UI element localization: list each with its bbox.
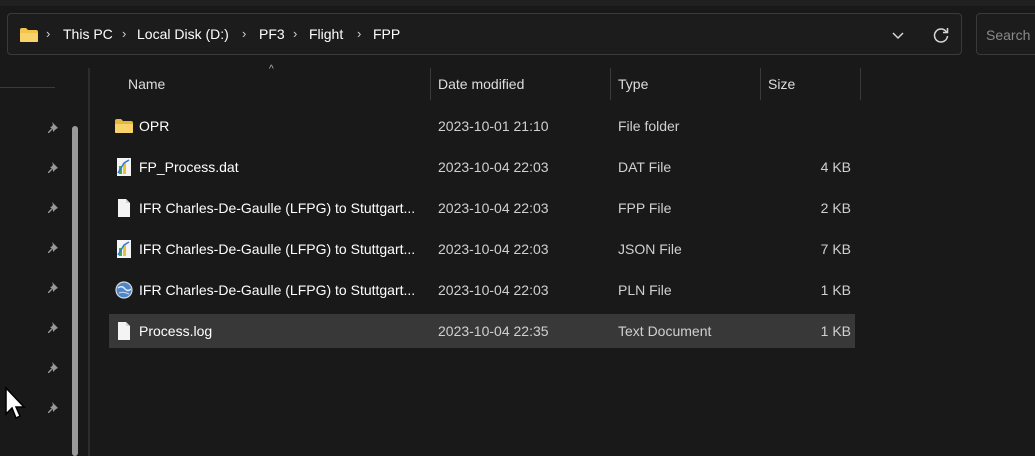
file-type: DAT File	[618, 159, 672, 175]
data-file-icon	[117, 158, 131, 176]
chevron-right-icon: ›	[46, 26, 51, 41]
column-divider[interactable]	[860, 68, 861, 100]
pin-icon[interactable]	[47, 281, 61, 295]
file-type: Text Document	[618, 323, 712, 339]
file-date: 2023-10-04 22:03	[438, 159, 549, 175]
chevron-right-icon: ›	[122, 26, 127, 41]
address-bar[interactable]: › This PC › Local Disk (D:) › PF3 › Flig…	[7, 13, 962, 55]
blank-file-icon	[118, 199, 130, 217]
file-name: IFR Charles-De-Gaulle (LFPG) to Stuttgar…	[139, 282, 416, 298]
breadcrumb-fpp[interactable]: FPP	[373, 26, 400, 42]
file-row-opr[interactable]: OPR 2023-10-01 21:10 File folder	[109, 109, 855, 143]
file-date: 2023-10-04 22:35	[438, 323, 549, 339]
pin-icon[interactable]	[47, 361, 61, 375]
file-date: 2023-10-01 21:10	[438, 118, 549, 134]
pane-splitter[interactable]	[88, 68, 90, 456]
file-row-fpp[interactable]: IFR Charles-De-Gaulle (LFPG) to Stuttgar…	[109, 191, 855, 225]
file-date: 2023-10-04 22:03	[438, 241, 549, 257]
file-row-pln[interactable]: IFR Charles-De-Gaulle (LFPG) to Stuttgar…	[109, 273, 855, 307]
file-name: OPR	[139, 118, 170, 134]
sort-ascending-icon: ^	[269, 64, 274, 75]
breadcrumb-local-disk[interactable]: Local Disk (D:)	[137, 26, 229, 42]
chevron-right-icon: ›	[293, 26, 298, 41]
chevron-right-icon: ›	[357, 26, 362, 41]
column-divider[interactable]	[430, 68, 431, 100]
file-date: 2023-10-04 22:03	[438, 282, 549, 298]
text-file-icon	[118, 322, 130, 340]
pin-icon[interactable]	[47, 201, 61, 215]
breadcrumb-pf3[interactable]: PF3	[259, 26, 285, 42]
search-input[interactable]: Search	[986, 27, 1030, 43]
nav-scrollbar[interactable]	[72, 126, 78, 456]
column-divider[interactable]	[610, 68, 611, 100]
breadcrumb-this-pc[interactable]: This PC	[63, 26, 113, 42]
file-row-json[interactable]: IFR Charles-De-Gaulle (LFPG) to Stuttgar…	[109, 232, 855, 266]
column-header-name[interactable]: Name	[128, 76, 165, 92]
folder-icon	[20, 28, 38, 42]
file-type: JSON File	[618, 241, 682, 257]
file-name: IFR Charles-De-Gaulle (LFPG) to Stuttgar…	[139, 200, 416, 216]
file-size: 4 KB	[820, 159, 851, 175]
chevron-down-icon[interactable]	[887, 24, 909, 46]
file-name: IFR Charles-De-Gaulle (LFPG) to Stuttgar…	[139, 241, 416, 257]
column-header-date-modified[interactable]: Date modified	[438, 76, 524, 92]
pin-icon[interactable]	[47, 121, 61, 135]
pin-icon[interactable]	[47, 321, 61, 335]
pin-icon[interactable]	[47, 161, 61, 175]
search-box[interactable]: Search	[976, 13, 1035, 55]
mouse-cursor-icon	[5, 386, 26, 420]
file-type: File folder	[618, 118, 680, 134]
file-name: FP_Process.dat	[139, 159, 239, 175]
file-date: 2023-10-04 22:03	[438, 200, 549, 216]
file-size: 1 KB	[820, 323, 851, 339]
column-divider[interactable]	[760, 68, 761, 100]
column-header-size[interactable]: Size	[768, 76, 795, 92]
pin-icon[interactable]	[47, 241, 61, 255]
file-size: 2 KB	[820, 200, 851, 216]
globe-file-icon	[115, 281, 133, 299]
column-header-type[interactable]: Type	[618, 76, 648, 92]
breadcrumb-flight[interactable]: Flight	[309, 26, 343, 42]
file-name: Process.log	[139, 323, 213, 339]
chevron-right-icon: ›	[242, 26, 247, 41]
file-type: FPP File	[618, 200, 672, 216]
file-size: 1 KB	[820, 282, 851, 298]
refresh-icon[interactable]	[930, 24, 952, 46]
pin-icon[interactable]	[47, 401, 61, 415]
file-size: 7 KB	[820, 241, 851, 257]
folder-icon	[115, 119, 133, 133]
file-row-process-log[interactable]: Process.log 2023-10-04 22:35 Text Docume…	[109, 314, 855, 348]
nav-divider	[0, 87, 55, 88]
data-file-icon	[117, 240, 131, 258]
file-type: PLN File	[618, 282, 672, 298]
title-strip	[0, 0, 1035, 6]
file-row-fp-process-dat[interactable]: FP_Process.dat 2023-10-04 22:03 DAT File…	[109, 150, 855, 184]
